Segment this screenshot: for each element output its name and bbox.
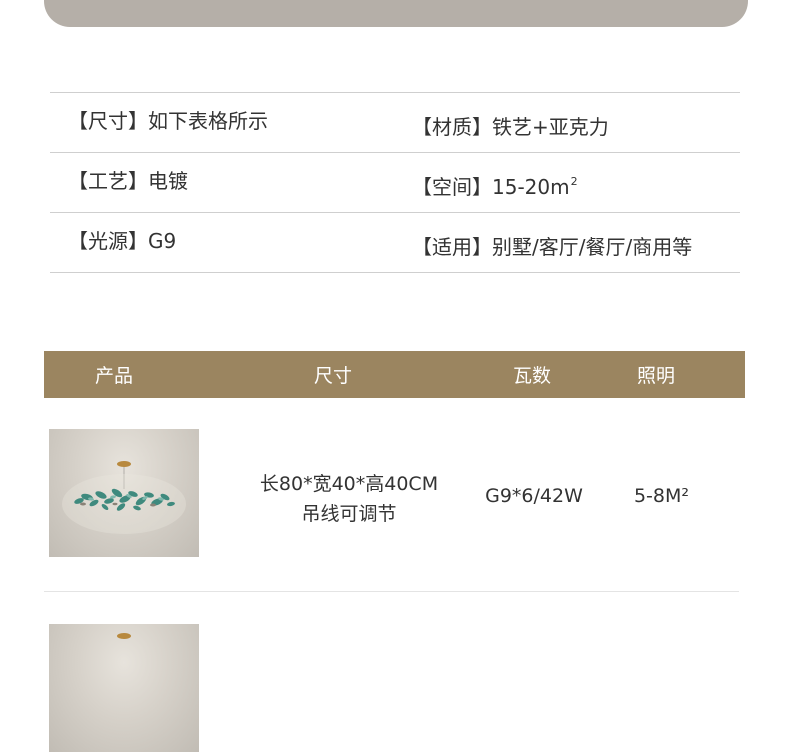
product-table-header: 产品 尺寸 瓦数 照明 [44, 351, 745, 398]
header-size: 尺寸 [314, 365, 353, 387]
spec-usage-text: 【适用】别墅/客厅/餐厅/商用等 [412, 235, 693, 259]
spec-material-text: 【材质】铁艺+亚克力 [412, 115, 609, 139]
spec-row: 【尺寸】如下表格所示 【材质】铁艺+亚克力 [50, 93, 740, 153]
header-wattage: 瓦数 [513, 365, 552, 387]
header-lighting: 照明 [637, 365, 676, 387]
spec-space-sup: 2 [570, 175, 578, 188]
spec-material: 【材质】铁艺+亚克力 [412, 93, 610, 156]
size-dimensions: 长80*宽40*高40CM [259, 473, 439, 495]
spec-craft: 【工艺】电镀 [68, 169, 188, 193]
spec-space-text: 【空间】15-20m [412, 175, 570, 199]
top-banner [44, 0, 748, 27]
wattage-cell: G9*6/42W [485, 485, 583, 507]
table-row: 长80*宽40*高40CM 吊线可调节 G9*6/42W 5-8M² [44, 399, 739, 592]
spec-row: 【光源】G9 【适用】别墅/客厅/餐厅/商用等 [50, 213, 740, 273]
header-product: 产品 [95, 365, 134, 387]
chandelier-icon [117, 633, 131, 639]
lighting-cell: 5-8M² [633, 485, 690, 507]
chandelier-icon [62, 461, 186, 534]
size-note: 吊线可调节 [301, 503, 397, 525]
spec-size: 【尺寸】如下表格所示 [68, 109, 268, 133]
spec-space: 【空间】15-20m2 [412, 153, 578, 216]
spec-row: 【工艺】电镀 【空间】15-20m2 [50, 153, 740, 213]
spec-usage: 【适用】别墅/客厅/餐厅/商用等 [412, 213, 693, 276]
spec-table: 【尺寸】如下表格所示 【材质】铁艺+亚克力 【工艺】电镀 【空间】15-20m2… [50, 92, 740, 273]
table-row [44, 592, 745, 752]
chandelier-image [49, 624, 199, 752]
size-cell: 长80*宽40*高40CM 吊线可调节 [249, 469, 449, 529]
chandelier-image [49, 429, 199, 557]
spec-light-source: 【光源】G9 [68, 229, 177, 253]
